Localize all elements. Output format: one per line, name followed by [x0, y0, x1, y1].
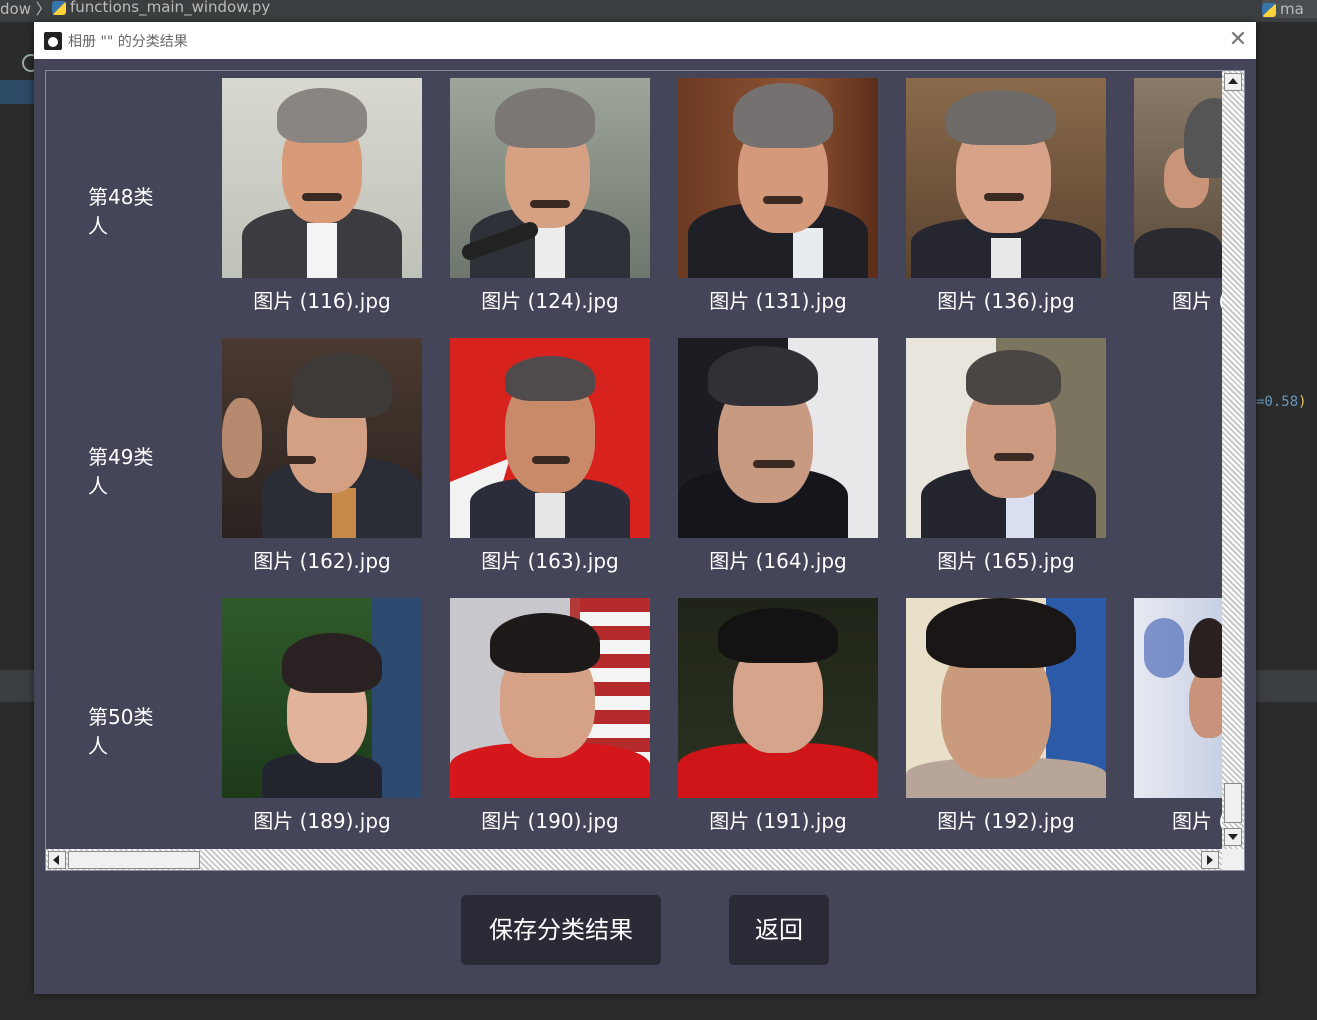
horizontal-scrollbar[interactable]	[46, 849, 1222, 870]
dialog-titlebar[interactable]: 相册 "" 的分类结果 ✕	[34, 22, 1256, 59]
image-filename: 图片 (165).jpg	[937, 549, 1075, 573]
class-label: 第48类人	[88, 185, 154, 238]
face-thumbnail[interactable]	[450, 338, 650, 538]
face-thumbnail[interactable]	[222, 338, 422, 538]
python-file-icon	[52, 0, 66, 15]
image-filename: 图片 (189).jpg	[253, 809, 391, 833]
ide-gutter-highlight	[0, 80, 34, 104]
save-results-button[interactable]: 保存分类结果	[461, 895, 661, 965]
face-thumbnail[interactable]	[1134, 78, 1222, 278]
dialog-title: 相册 "" 的分类结果	[68, 34, 188, 50]
ide-editor-edge	[1256, 22, 1317, 702]
face-thumbnail[interactable]	[222, 598, 422, 798]
face-thumbnail[interactable]	[906, 338, 1106, 538]
face-thumbnail[interactable]	[222, 78, 422, 278]
face-thumbnail[interactable]	[450, 598, 650, 798]
ide-code-value: =0.58	[1256, 394, 1299, 410]
image-filename: 图片 (164).jpg	[709, 549, 847, 573]
image-filename: 图片 (190).jpg	[481, 809, 619, 833]
scroll-right-button[interactable]	[1201, 851, 1219, 869]
image-filename: 图片 (191).jpg	[709, 809, 847, 833]
back-button[interactable]: 返回	[729, 895, 829, 965]
image-filename: 图片 (163).jpg	[481, 549, 619, 573]
image-filename: 图片 (192).jpg	[937, 809, 1075, 833]
ide-breadcrumb[interactable]: dow 〉	[0, 0, 51, 19]
ide-file-name: functions_main_window.py	[70, 0, 271, 16]
image-filename: 图片 (116).jpg	[253, 289, 391, 313]
scroll-down-button[interactable]	[1224, 828, 1242, 846]
vertical-scroll-thumb[interactable]	[1224, 783, 1242, 823]
face-thumbnail[interactable]	[678, 78, 878, 278]
scroll-left-button[interactable]	[48, 851, 66, 869]
face-thumbnail[interactable]	[906, 78, 1106, 278]
app-icon	[44, 32, 62, 50]
face-thumbnail[interactable]	[678, 338, 878, 538]
horizontal-scroll-thumb[interactable]	[68, 851, 200, 869]
image-filename: 图片 (124).jpg	[481, 289, 619, 313]
ide-right-tab-label: ma	[1280, 0, 1304, 18]
face-thumbnail[interactable]	[1134, 598, 1222, 798]
ide-code-fragment: =0.58)	[1256, 394, 1307, 410]
ide-code-paren: )	[1298, 394, 1307, 410]
scroll-corner	[1222, 849, 1244, 870]
face-thumbnail[interactable]	[678, 598, 878, 798]
class-label: 第50类人	[88, 705, 154, 758]
image-filename: 图片 (	[1172, 809, 1222, 833]
vertical-scrollbar[interactable]	[1222, 71, 1244, 849]
image-filename: 图片 (131).jpg	[709, 289, 847, 313]
class-label: 第49类人	[88, 445, 154, 498]
image-filename: 图片 (	[1172, 289, 1222, 313]
ide-right-tab[interactable]: ma	[1262, 0, 1317, 18]
results-scroll-area[interactable]: 第48类人 图片 (116).jpg 图片 (124).jpg 图片 (131)…	[45, 70, 1245, 871]
class-row: 第48类人 图片 (116).jpg 图片 (124).jpg 图片 (131)…	[46, 71, 1222, 331]
python-file-icon	[1262, 2, 1276, 17]
scroll-up-button[interactable]	[1224, 73, 1242, 91]
face-thumbnail[interactable]	[450, 78, 650, 278]
image-filename: 图片 (136).jpg	[937, 289, 1075, 313]
face-thumbnail[interactable]	[906, 598, 1106, 798]
ide-left-gutter	[0, 22, 40, 702]
classification-result-dialog: 相册 "" 的分类结果 ✕ 第48类人 图片 (116).jpg 图片 (124…	[34, 22, 1256, 994]
class-row: 第50类人 图片 (189).jpg 图片 (190).jpg 图片 (191)…	[46, 591, 1222, 851]
class-row: 第49类人 图片 (162).jpg 图片 (163).jpg 图片 (164)…	[46, 331, 1222, 591]
ide-top-bar: dow 〉 functions_main_window.py ma	[0, 0, 1317, 22]
image-filename: 图片 (162).jpg	[253, 549, 391, 573]
close-icon[interactable]: ✕	[1226, 27, 1250, 53]
ide-file-tab[interactable]: functions_main_window.py	[52, 0, 270, 16]
